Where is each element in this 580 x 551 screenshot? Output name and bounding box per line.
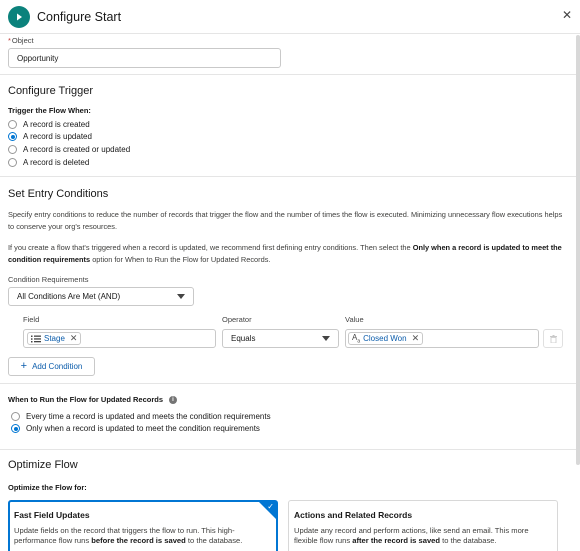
- card-title: Fast Field Updates: [14, 510, 90, 520]
- chevron-down-icon: [322, 336, 330, 341]
- trigger-option-updated[interactable]: A record is updated: [8, 131, 568, 144]
- chevron-down-icon: [177, 294, 185, 299]
- remove-icon[interactable]: ✕: [412, 333, 420, 344]
- trash-icon: [549, 334, 557, 343]
- when-option-only-when[interactable]: Only when a record is updated to meet th…: [11, 423, 568, 436]
- entry-description: Specify entry conditions to reduce the n…: [8, 210, 563, 231]
- entry-recommendation: If you create a flow that's triggered wh…: [8, 243, 562, 264]
- check-icon: ✓: [267, 502, 274, 511]
- value-input[interactable]: Aa Closed Won ✕: [345, 329, 539, 348]
- optimize-title: Optimize Flow: [8, 459, 78, 471]
- trigger-option-created-or-updated[interactable]: A record is created or updated: [8, 143, 568, 156]
- fast-field-updates-card[interactable]: ✓ Fast Field Updates Update fields on th…: [8, 500, 278, 551]
- trigger-when-label: Trigger the Flow When:: [8, 106, 91, 115]
- operator-select[interactable]: Equals: [222, 329, 339, 348]
- condition-row: Stage ✕ Equals Aa Closed Won ✕: [23, 329, 568, 348]
- add-condition-button[interactable]: + Add Condition: [8, 357, 95, 376]
- operator-label: Operator: [222, 315, 252, 324]
- modal-title: Configure Start: [37, 9, 122, 24]
- trigger-option-created[interactable]: A record is created: [8, 118, 568, 131]
- when-to-run-options: Every time a record is updated and meets…: [8, 410, 568, 435]
- radio-button[interactable]: [8, 119, 17, 129]
- scrollbar[interactable]: [576, 35, 580, 465]
- radio-button[interactable]: [8, 144, 17, 154]
- entry-title: Set Entry Conditions: [8, 188, 109, 200]
- radio-button-selected[interactable]: [8, 132, 17, 142]
- condition-row-group: Field Operator Value Stage ✕ Equals Aa C…: [23, 315, 568, 348]
- condition-requirements-select[interactable]: All Conditions Are Met (AND): [8, 287, 194, 306]
- remove-icon[interactable]: ✕: [70, 333, 78, 344]
- text-type-icon: Aa: [352, 332, 361, 345]
- when-to-run-title: When to Run the Flow for Updated Records…: [8, 395, 568, 404]
- optimize-section: Optimize Flow Optimize the Flow for: ✓ F…: [0, 450, 576, 551]
- value-pill[interactable]: Aa Closed Won ✕: [348, 332, 424, 345]
- condition-column-labels: Field Operator Value: [23, 315, 568, 327]
- entry-conditions-section: Set Entry Conditions Specify entry condi…: [0, 177, 576, 384]
- trigger-option-deleted[interactable]: A record is deleted: [8, 156, 568, 169]
- play-icon: [8, 5, 30, 28]
- plus-icon: +: [20, 360, 28, 372]
- card-description: Update any record and perform actions, l…: [294, 526, 529, 545]
- card-title: Actions and Related Records: [294, 510, 413, 520]
- trigger-section: Configure Trigger Trigger the Flow When:…: [0, 75, 576, 177]
- modal-body: *Object Opportunity Configure Trigger Tr…: [0, 35, 576, 551]
- when-option-every-time[interactable]: Every time a record is updated and meets…: [11, 410, 568, 423]
- object-label: *Object: [8, 36, 34, 45]
- radio-button[interactable]: [11, 411, 20, 421]
- trigger-options: A record is created A record is updated …: [8, 118, 568, 168]
- object-section: *Object Opportunity: [0, 35, 576, 75]
- delete-condition-button[interactable]: [543, 329, 563, 348]
- field-input[interactable]: Stage ✕: [23, 329, 216, 348]
- card-description: Update fields on the record that trigger…: [14, 526, 243, 545]
- condition-requirements-label: Condition Requirements: [8, 275, 89, 284]
- object-input[interactable]: Opportunity: [8, 48, 281, 68]
- modal-header: Configure Start ✕: [0, 0, 580, 34]
- required-asterisk: *: [8, 36, 11, 45]
- when-to-run-section: When to Run the Flow for Updated Records…: [0, 384, 576, 450]
- radio-button[interactable]: [8, 157, 17, 167]
- actions-related-records-card[interactable]: Actions and Related Records Update any r…: [288, 500, 558, 551]
- trigger-title: Configure Trigger: [8, 85, 93, 97]
- close-icon[interactable]: ✕: [562, 8, 572, 22]
- field-pill[interactable]: Stage ✕: [27, 332, 82, 345]
- list-icon: [31, 335, 41, 342]
- field-label: Field: [23, 315, 40, 324]
- value-label: Value: [345, 315, 364, 324]
- radio-button-selected[interactable]: [11, 424, 20, 434]
- optimize-cards: ✓ Fast Field Updates Update fields on th…: [8, 500, 568, 551]
- optimize-for-label: Optimize the Flow for:: [8, 483, 87, 492]
- info-icon[interactable]: i: [169, 395, 177, 404]
